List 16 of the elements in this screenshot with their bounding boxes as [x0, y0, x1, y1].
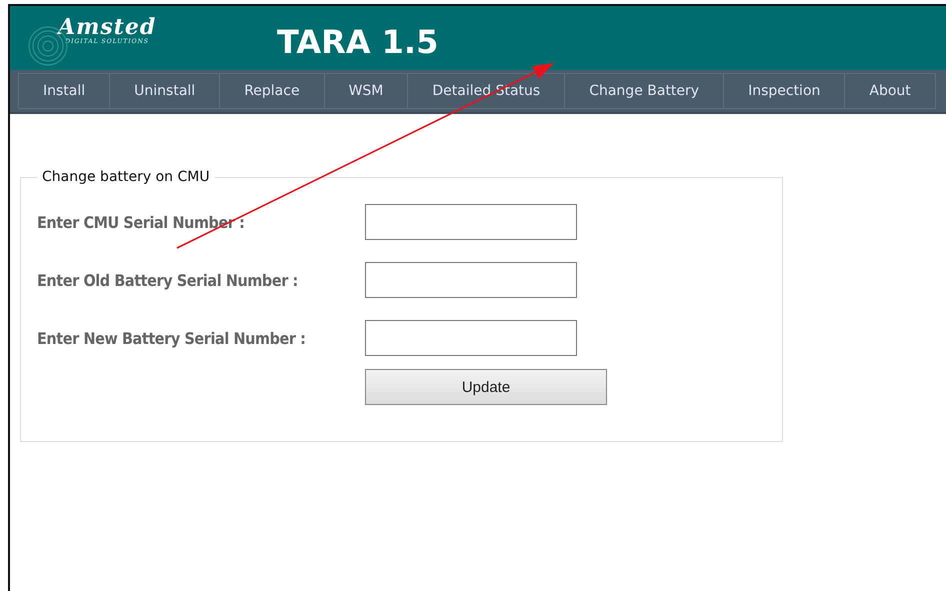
- nav-tab[interactable]: Install: [19, 74, 110, 108]
- input-field[interactable]: [365, 262, 577, 298]
- nav-tab[interactable]: Change Battery: [565, 74, 724, 108]
- field-label: Enter Old Battery Serial Number :: [37, 270, 299, 290]
- update-button[interactable]: Update: [365, 369, 607, 405]
- nav-tab[interactable]: About: [845, 74, 935, 108]
- input-field[interactable]: [365, 320, 577, 356]
- nav-tab[interactable]: Inspection: [724, 74, 846, 108]
- group-legend: Change battery on CMU: [37, 169, 215, 185]
- logo-wordmark: Amsted: [58, 16, 156, 38]
- nav-tab[interactable]: Replace: [220, 74, 325, 108]
- nav-tab[interactable]: Uninstall: [110, 74, 220, 108]
- input-field[interactable]: [365, 204, 577, 240]
- nav-tab[interactable]: WSM: [324, 74, 408, 108]
- field-label: Enter New Battery Serial Number :: [37, 328, 307, 348]
- app-title: TARA 1.5: [277, 23, 438, 61]
